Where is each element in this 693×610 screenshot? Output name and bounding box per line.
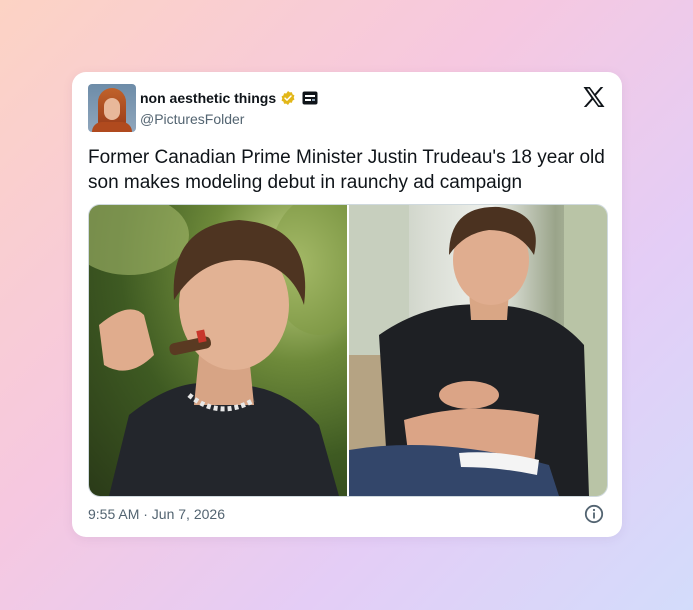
- tweet-timestamp[interactable]: 9:55 AM · Jun 7, 2026: [88, 506, 225, 522]
- media-photo-2[interactable]: [349, 205, 607, 496]
- x-logo-icon[interactable]: [582, 86, 606, 108]
- verified-badge-icon: [280, 90, 296, 106]
- tweet-text: Former Canadian Prime Minister Justin Tr…: [88, 147, 605, 193]
- tweet-media-grid: [88, 204, 608, 497]
- affiliate-badge-icon: [302, 91, 318, 105]
- tweet-card: non aesthetic things @PicturesFolder For…: [72, 72, 622, 537]
- author-name-row: non aesthetic things: [140, 89, 318, 107]
- avatar[interactable]: [88, 84, 136, 132]
- author-handle[interactable]: @PicturesFolder: [140, 111, 244, 127]
- avatar-face: [104, 98, 120, 120]
- media-photo-1[interactable]: [89, 205, 347, 496]
- avatar-body: [92, 122, 132, 132]
- info-icon[interactable]: [584, 504, 604, 524]
- display-name[interactable]: non aesthetic things: [140, 90, 276, 106]
